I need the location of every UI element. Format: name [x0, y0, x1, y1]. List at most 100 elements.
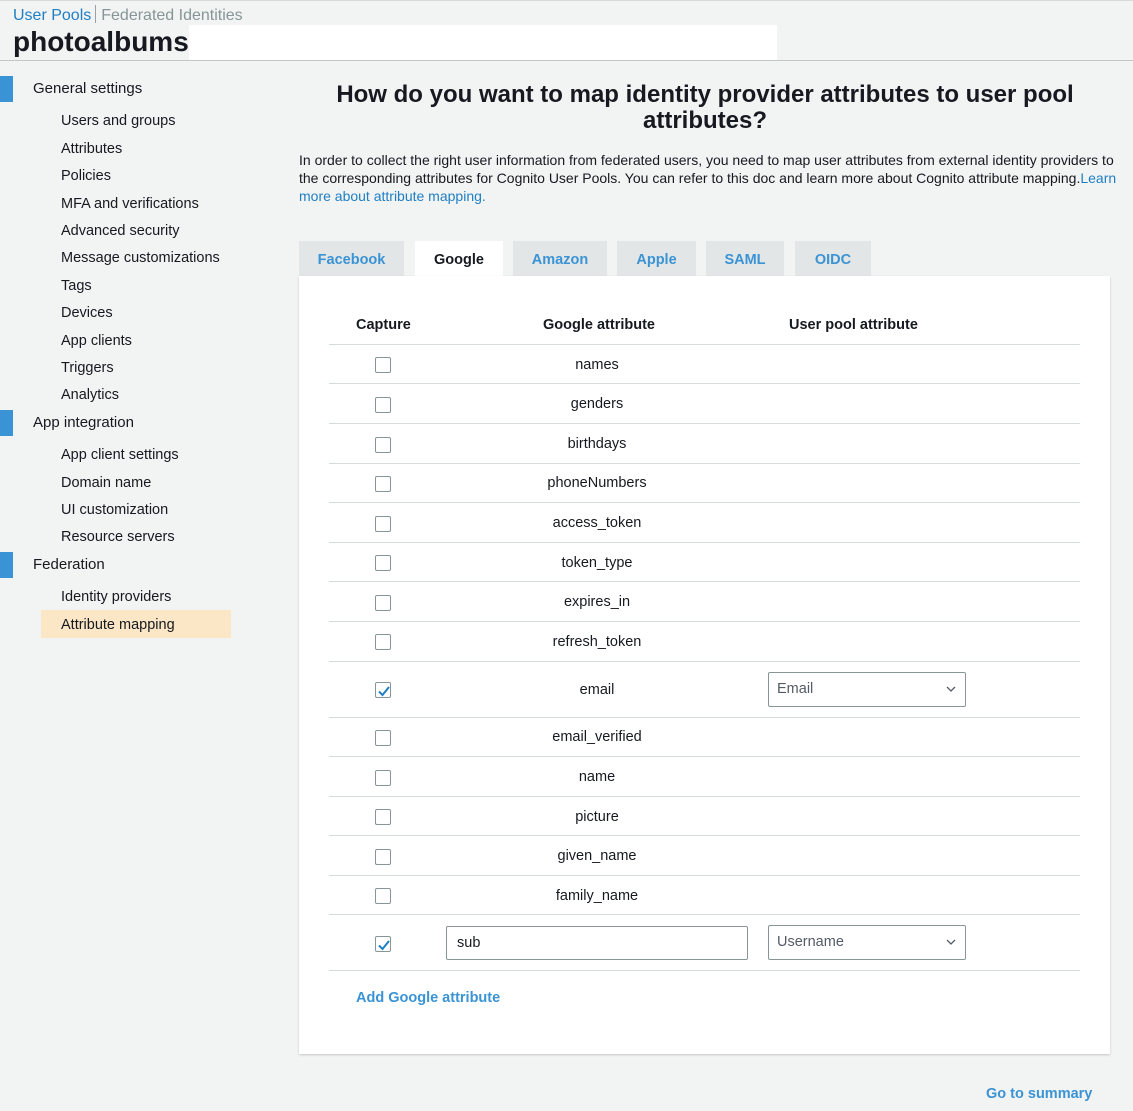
capture-checkbox[interactable] [375, 555, 391, 571]
checkmark-icon [378, 940, 390, 951]
sidebar-section-label: General settings [33, 80, 143, 97]
capture-checkbox[interactable] [375, 809, 391, 825]
sidebar-item-domain-name[interactable]: Domain name [61, 475, 151, 491]
attribute-name: birthdays [567, 436, 627, 452]
attribute-name: family_name [555, 888, 639, 904]
row-divider [329, 423, 1080, 424]
capture-checkbox[interactable] [375, 770, 391, 786]
tab-facebook[interactable]: Facebook [299, 241, 404, 276]
breadcrumb-user-pools[interactable]: User Pools [13, 7, 91, 24]
go-to-summary-link[interactable]: Go to summary [986, 1086, 1092, 1102]
sidebar-item-attribute-mapping[interactable]: Attribute mapping [61, 617, 175, 633]
column-header-capture: Capture [356, 317, 411, 333]
checkmark-icon [378, 686, 390, 697]
sidebar-item-mfa-and-verifications[interactable]: MFA and verifications [61, 196, 199, 212]
section-marker [0, 552, 13, 578]
main-heading: How do you want to map identity provider… [336, 81, 1074, 134]
sidebar-item-message-customizations[interactable]: Message customizations [61, 250, 220, 266]
google-attribute-input[interactable]: sub [446, 926, 748, 960]
sidebar-item-attributes[interactable]: Attributes [61, 141, 122, 157]
row-divider [329, 581, 1080, 582]
capture-checkbox[interactable] [375, 516, 391, 532]
select-value: Email [777, 681, 814, 697]
capture-checkbox[interactable] [375, 476, 391, 492]
row-divider [329, 463, 1080, 464]
column-header-user-pool-attribute: User pool attribute [789, 317, 918, 333]
capture-checkbox[interactable] [375, 357, 391, 373]
tab-amazon[interactable]: Amazon [513, 241, 607, 276]
sidebar-item-devices[interactable]: Devices [61, 305, 113, 321]
sidebar-item-analytics[interactable]: Analytics [61, 387, 119, 403]
breadcrumb: User Pools Federated Identities [13, 5, 243, 25]
attribute-name: token_type [561, 555, 633, 571]
intro-paragraph: In order to collect the right user infor… [299, 151, 1119, 205]
add-google-attribute-link[interactable]: Add Google attribute [356, 990, 500, 1006]
sidebar-item-triggers[interactable]: Triggers [61, 360, 114, 376]
sidebar-section-label: Federation [33, 556, 105, 573]
capture-checkbox[interactable] [375, 634, 391, 650]
attribute-name: email_verified [552, 729, 642, 745]
attribute-name: expires_in [563, 594, 631, 610]
row-divider [329, 970, 1080, 971]
attribute-name: phoneNumbers [547, 475, 647, 491]
row-divider [329, 344, 1080, 345]
sidebar-section-label: App integration [33, 414, 134, 431]
breadcrumb-federated-identities[interactable]: Federated Identities [101, 7, 242, 24]
sidebar-item-app-clients[interactable]: App clients [61, 333, 132, 349]
capture-checkbox[interactable] [375, 437, 391, 453]
row-divider [329, 717, 1080, 718]
capture-checkbox[interactable] [375, 730, 391, 746]
row-divider [329, 621, 1080, 622]
attribute-name: access_token [552, 515, 642, 531]
sidebar-item-policies[interactable]: Policies [61, 168, 111, 184]
sidebar-item-resource-servers[interactable]: Resource servers [61, 529, 175, 545]
sidebar-item-app-client-settings[interactable]: App client settings [61, 447, 179, 463]
capture-checkbox-checked[interactable] [375, 682, 391, 698]
attribute-name: names [575, 357, 619, 373]
user-pool-attribute-select[interactable]: Username [768, 925, 966, 960]
capture-checkbox[interactable] [375, 849, 391, 865]
row-divider [329, 383, 1080, 384]
tab-apple[interactable]: Apple [617, 241, 696, 276]
capture-checkbox[interactable] [375, 595, 391, 611]
header-topline [0, 0, 1133, 1]
chevron-down-icon [946, 686, 956, 692]
top-header: User Pools Federated Identities photoalbu… [0, 0, 1133, 61]
attribute-name: refresh_token [552, 634, 642, 650]
row-divider [329, 835, 1080, 836]
row-divider [329, 756, 1080, 757]
capture-checkbox-checked[interactable] [375, 936, 391, 952]
attribute-name: email [579, 682, 615, 698]
section-marker [0, 410, 13, 436]
sidebar-section-federation[interactable]: Federation [0, 552, 260, 580]
row-divider [329, 796, 1080, 797]
row-divider [329, 502, 1080, 503]
intro-text: In order to collect the right user infor… [299, 152, 1114, 186]
sidebar-item-identity-providers[interactable]: Identity providers [61, 589, 171, 605]
capture-checkbox[interactable] [375, 888, 391, 904]
row-divider [329, 661, 1080, 662]
breadcrumb-separator [95, 5, 97, 23]
tab-google[interactable]: Google [415, 241, 503, 277]
row-divider [329, 542, 1080, 543]
sidebar-item-tags[interactable]: Tags [61, 278, 92, 294]
section-marker [0, 76, 13, 102]
row-divider [329, 914, 1080, 915]
attribute-name: picture [575, 809, 619, 825]
attribute-name: name [578, 769, 616, 785]
attribute-name: given_name [557, 848, 637, 864]
column-header-google-attribute: Google attribute [543, 317, 655, 333]
sidebar-item-ui-customization[interactable]: UI customization [61, 502, 168, 518]
sidebar-item-advanced-security[interactable]: Advanced security [61, 223, 179, 239]
user-pool-attribute-select[interactable]: Email [768, 672, 966, 707]
tab-oidc[interactable]: OIDC [795, 241, 871, 276]
page-title: photoalbums [13, 26, 189, 57]
capture-checkbox[interactable] [375, 397, 391, 413]
tab-saml[interactable]: SAML [706, 241, 784, 276]
sidebar-item-users-and-groups[interactable]: Users and groups [61, 113, 175, 129]
row-divider [329, 875, 1080, 876]
sidebar-section-general-settings[interactable]: General settings [0, 76, 260, 104]
select-value: Username [777, 934, 844, 950]
sidebar-section-app-integration[interactable]: App integration [0, 410, 260, 438]
attribute-name: genders [570, 396, 624, 412]
